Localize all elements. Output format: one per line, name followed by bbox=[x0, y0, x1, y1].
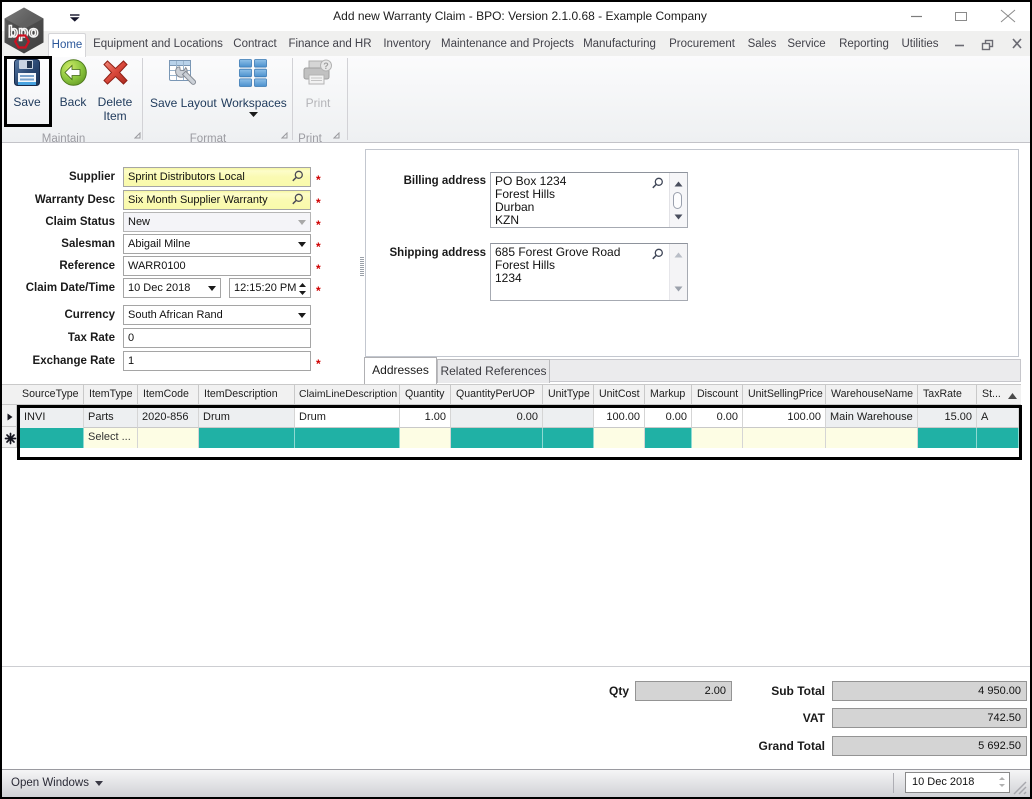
svg-text:bpo: bpo bbox=[8, 24, 39, 41]
svg-text:?: ? bbox=[323, 61, 329, 71]
